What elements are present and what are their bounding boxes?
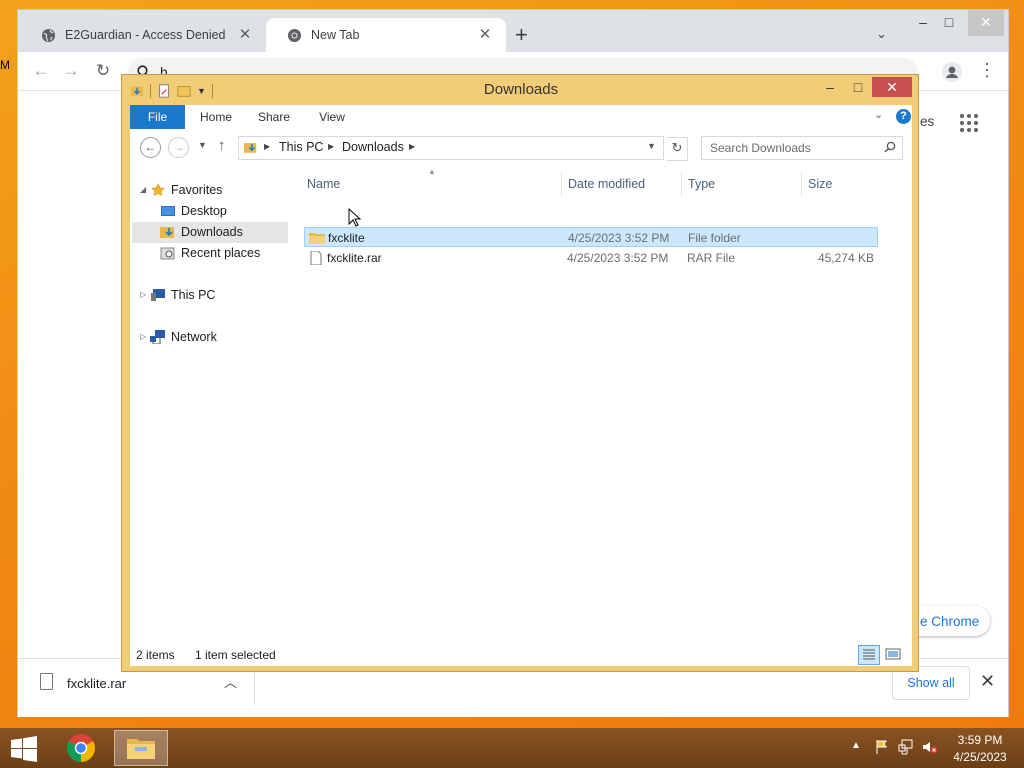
tab-home[interactable]: Home <box>188 105 244 129</box>
breadcrumb-separator-icon[interactable]: ▶ <box>328 142 334 151</box>
more-menu-icon[interactable]: ⋮ <box>978 60 996 80</box>
tab-title: New Tab <box>311 28 360 42</box>
search-input[interactable]: Search Downloads <box>701 136 903 160</box>
tab-title: E2Guardian - Access Denied <box>65 28 226 42</box>
apps-grid-icon[interactable] <box>960 114 980 134</box>
action-center-flag-icon[interactable] <box>874 739 890 755</box>
file-icon <box>40 673 53 690</box>
windows-start-icon[interactable] <box>10 736 38 762</box>
explorer-maximize-button[interactable]: □ <box>847 77 869 97</box>
status-bar: 2 items 1 item selected <box>130 643 912 666</box>
divider <box>681 171 682 197</box>
downloads-folder-icon <box>244 143 257 153</box>
download-filename[interactable]: fxcklite.rar <box>67 676 126 691</box>
background-text-fragment: M <box>0 58 10 72</box>
column-header-date-modified[interactable]: Date modified <box>568 177 645 191</box>
chrome-close-button[interactable]: ✕ <box>968 10 1004 36</box>
column-header-size[interactable]: Size <box>808 177 832 191</box>
status-selection: 1 item selected <box>195 648 276 662</box>
file-row-fxcklite[interactable]: fxcklite 4/25/2023 3:52 PM File folder <box>304 227 878 247</box>
chrome-minimize-button[interactable]: – <box>912 10 934 36</box>
address-bar[interactable]: ▶ This PC ▶ Downloads ▶ ▼ <box>238 136 664 160</box>
navigation-pane: ◢ Favorites Desktop Downloads Recent pla… <box>130 165 290 665</box>
recent-locations-chevron-icon[interactable]: ▼ <box>198 140 207 150</box>
details-view-icon[interactable] <box>858 645 880 665</box>
help-icon[interactable]: ? <box>896 109 911 124</box>
recent-places-icon <box>160 247 175 260</box>
file-row-fxcklite-rar[interactable]: fxcklite.rar 4/25/2023 3:52 PM RAR File … <box>304 248 878 268</box>
file-explorer-icon <box>127 739 155 759</box>
chevron-up-icon[interactable]: ︿ <box>224 672 237 691</box>
search-placeholder: Search Downloads <box>710 141 811 155</box>
up-arrow-icon[interactable]: ↑ <box>218 137 226 154</box>
explorer-minimize-button[interactable]: – <box>820 77 840 97</box>
ntp-link-fragment[interactable]: es <box>920 114 934 129</box>
chrome-tab-strip: E2Guardian - Access Denied ✕ New Tab ✕ +… <box>18 10 1008 52</box>
tab-view[interactable]: View <box>304 105 360 129</box>
divider <box>801 171 802 197</box>
expanded-chevron-icon[interactable]: ◢ <box>140 185 146 194</box>
breadcrumb-separator-icon[interactable]: ▶ <box>409 142 415 151</box>
desktop-icon <box>161 206 175 216</box>
tab-e2guardian[interactable]: E2Guardian - Access Denied ✕ <box>20 18 266 52</box>
new-tab-button[interactable]: + <box>515 24 528 46</box>
divider <box>561 171 562 197</box>
clock-date[interactable]: 4/25/2023 <box>948 750 1012 764</box>
sort-ascending-icon: ▲ <box>428 167 436 176</box>
globe-icon <box>40 27 56 43</box>
customize-chrome-label: e Chrome <box>920 614 980 629</box>
mouse-cursor-icon <box>348 208 362 227</box>
column-header-name[interactable]: Name <box>307 177 340 191</box>
taskbar-explorer-button[interactable] <box>114 730 168 766</box>
breadcrumb-this-pc[interactable]: This PC <box>279 140 323 154</box>
reload-icon[interactable]: ↻ <box>92 60 114 82</box>
downloads-folder-icon <box>160 227 174 238</box>
collapsed-chevron-icon[interactable]: ▷ <box>140 332 146 341</box>
back-button[interactable]: ← <box>140 137 161 158</box>
chrome-icon <box>286 27 302 43</box>
search-icon <box>884 141 896 153</box>
breadcrumb-downloads[interactable]: Downloads <box>342 140 404 154</box>
ribbon-tabs: File Home Share View ⌄ ? <box>130 105 912 129</box>
network-icon <box>150 330 165 344</box>
taskbar: ▲ 3:59 PM 4/25/2023 <box>0 728 1024 768</box>
file-explorer-window: ▼ Downloads – □ ✕ File Home Share View ⌄… <box>121 74 919 672</box>
network-tray-icon[interactable] <box>898 739 914 755</box>
show-hidden-icons-chevron-icon[interactable]: ▲ <box>851 740 861 751</box>
clock-time[interactable]: 3:59 PM <box>948 733 1012 747</box>
star-icon <box>151 183 165 196</box>
navigation-bar: ← → ▼ ↑ ▶ This PC ▶ Downloads ▶ ▼ ↻ Sear… <box>130 129 912 165</box>
column-header-type[interactable]: Type <box>688 177 715 191</box>
breadcrumb-separator-icon[interactable]: ▶ <box>264 142 270 151</box>
window-title: Downloads <box>483 81 559 98</box>
taskbar-chrome-button[interactable] <box>60 730 104 766</box>
tab-share[interactable]: Share <box>246 105 302 129</box>
file-icon <box>310 251 322 265</box>
address-dropdown-chevron-icon[interactable]: ▼ <box>647 141 656 151</box>
profile-avatar-icon[interactable] <box>942 62 962 82</box>
volume-muted-icon[interactable] <box>922 739 938 755</box>
collapsed-chevron-icon[interactable]: ▷ <box>140 290 146 299</box>
folder-icon <box>309 233 325 244</box>
back-arrow-icon[interactable]: ← <box>30 60 52 82</box>
chrome-maximize-button[interactable]: □ <box>938 10 960 36</box>
tab-file[interactable]: File <box>130 105 185 129</box>
chrome-icon <box>67 734 95 762</box>
forward-arrow-icon[interactable]: → <box>60 60 82 82</box>
refresh-button[interactable]: ↻ <box>667 137 688 161</box>
tab-search-chevron-icon[interactable]: ⌄ <box>876 26 887 42</box>
forward-button[interactable]: → <box>168 137 189 158</box>
tab-new-tab[interactable]: New Tab ✕ <box>266 18 506 52</box>
close-tab-icon[interactable]: ✕ <box>476 26 494 44</box>
close-shelf-icon[interactable]: ✕ <box>980 671 995 692</box>
explorer-close-button[interactable]: ✕ <box>872 77 912 97</box>
large-icons-view-icon[interactable] <box>884 646 902 662</box>
status-item-count: 2 items <box>136 648 175 662</box>
file-list: ▲ Name Date modified Type Size fxcklite … <box>304 165 912 625</box>
computer-icon <box>151 289 165 301</box>
expand-ribbon-chevron-icon[interactable]: ⌄ <box>874 108 883 121</box>
close-tab-icon[interactable]: ✕ <box>236 26 254 44</box>
divider <box>254 671 255 705</box>
explorer-content: ← → ▼ ↑ ▶ This PC ▶ Downloads ▶ ▼ ↻ Sear… <box>130 129 912 666</box>
